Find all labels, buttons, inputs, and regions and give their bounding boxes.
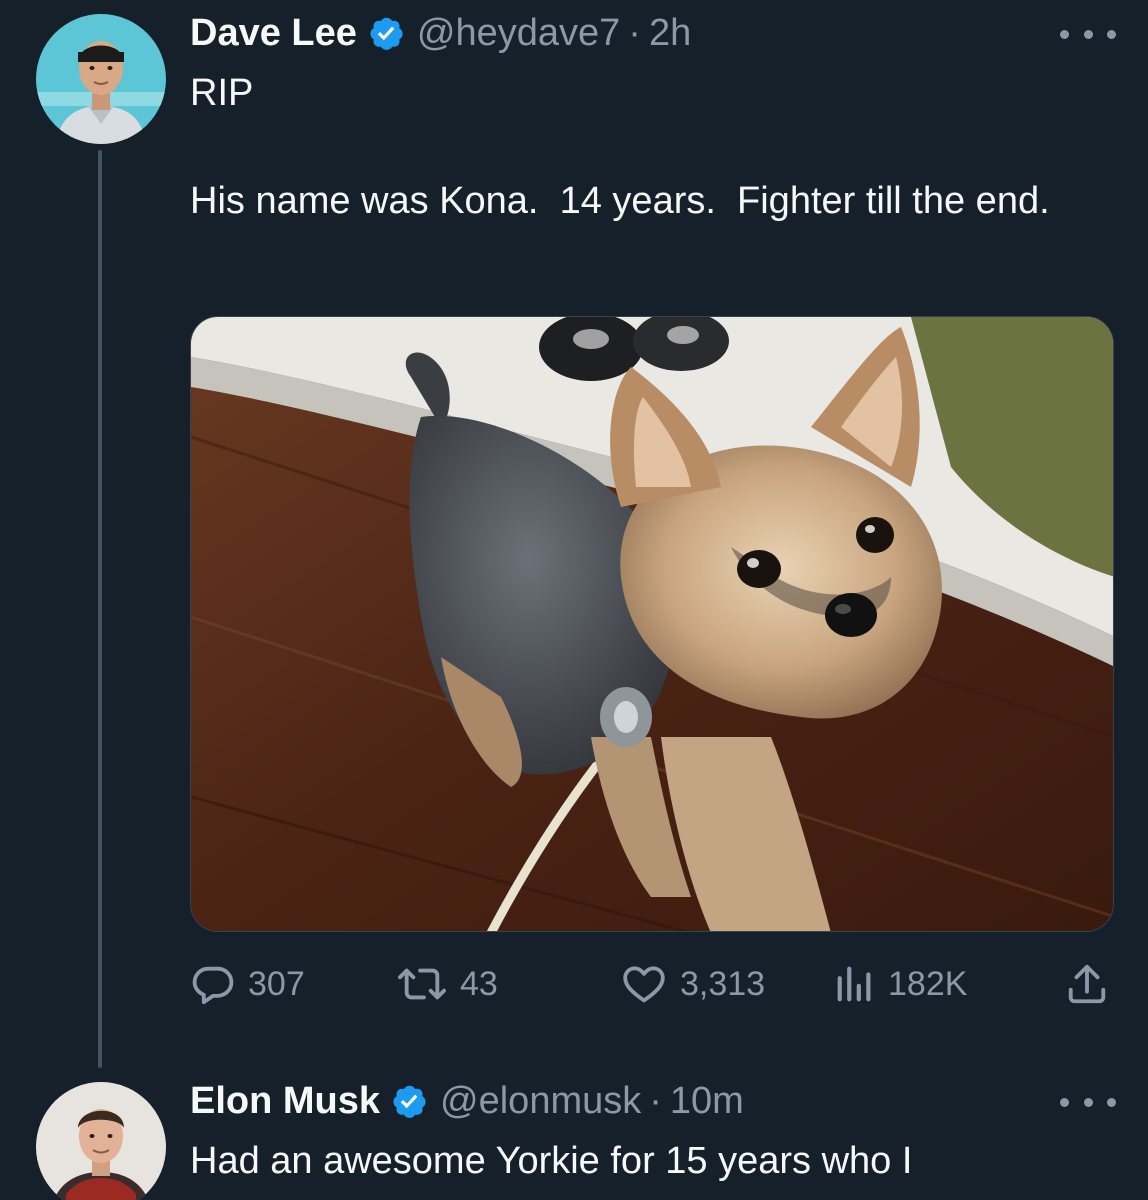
verified-badge-icon: [390, 1082, 428, 1120]
avatar-image: [36, 1082, 166, 1200]
tweet-header: Elon Musk @elonmusk · 10m: [190, 1078, 744, 1124]
reply-button[interactable]: 307: [190, 956, 305, 1012]
like-button[interactable]: 3,313: [620, 956, 765, 1012]
reply-icon: [192, 966, 234, 1005]
retweet-count: 43: [460, 964, 498, 1003]
retweet-button[interactable]: 43: [396, 956, 498, 1012]
tweet-header: Dave Lee @heydave7 · 2h: [190, 10, 691, 56]
author-name[interactable]: Dave Lee: [190, 10, 357, 56]
verified-badge-icon: [367, 14, 405, 52]
tweet-thread: Dave Lee @heydave7 · 2h RIP His name was…: [0, 0, 1148, 1200]
timestamp[interactable]: 10m: [670, 1078, 744, 1124]
separator-dot: ·: [649, 1080, 662, 1122]
avatar[interactable]: [36, 14, 166, 144]
views-icon: [837, 966, 871, 1002]
separator-dot: ·: [628, 12, 641, 54]
avatar-image: [36, 14, 166, 144]
timestamp[interactable]: 2h: [649, 10, 691, 56]
like-icon: [623, 966, 665, 1003]
author-handle[interactable]: @heydave7: [417, 10, 620, 56]
author-name[interactable]: Elon Musk: [190, 1078, 380, 1124]
views-count: 182K: [888, 964, 968, 1003]
tweet-actions: 307 43 3,313 182K: [190, 956, 1114, 1012]
more-icon[interactable]: [1060, 24, 1116, 44]
like-count: 3,313: [680, 964, 766, 1003]
more-icon[interactable]: [1060, 1092, 1116, 1112]
share-button[interactable]: [1064, 956, 1122, 1012]
share-icon: [1068, 964, 1106, 1004]
views-button[interactable]: 182K: [834, 956, 967, 1012]
dog-photo: [191, 317, 1113, 931]
tweet-text: RIP His name was Kona. 14 years. Fighter…: [190, 72, 1050, 222]
tweet-text: Had an awesome Yorkie for 15 years who I: [190, 1140, 913, 1182]
reply-count: 307: [248, 964, 305, 1003]
avatar[interactable]: [36, 1082, 166, 1200]
thread-connector-line: [98, 150, 102, 1068]
retweet-icon: [398, 968, 446, 1000]
author-handle[interactable]: @elonmusk: [440, 1078, 641, 1124]
tweet-photo[interactable]: [190, 316, 1114, 932]
